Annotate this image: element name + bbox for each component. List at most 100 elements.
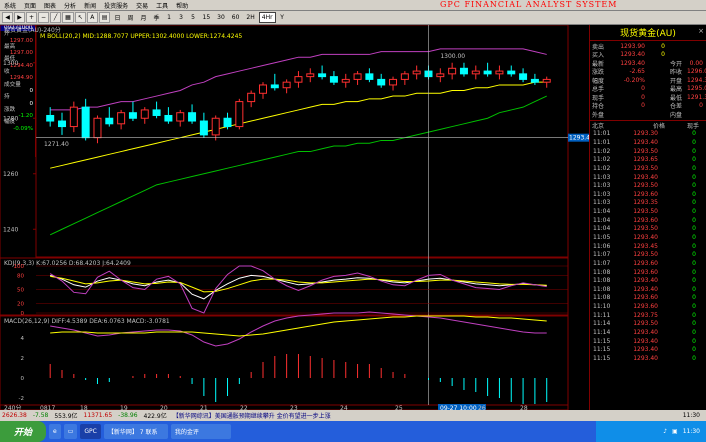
- quicklaunch-ie-icon[interactable]: e: [49, 424, 61, 439]
- trade-cell: 0: [692, 208, 696, 216]
- trade-cell: 11:03: [593, 182, 611, 190]
- menu-item-5[interactable]: 投资服务: [100, 1, 132, 10]
- candle-body: [270, 84, 279, 89]
- kdj-tick-label: 50: [17, 288, 24, 294]
- trade-cell: 1293.60: [633, 216, 658, 224]
- quicklaunch-folder-icon[interactable]: ▭: [63, 424, 78, 439]
- quote-cell: 1293.90: [620, 42, 645, 50]
- trade-cell: 1293.50: [633, 147, 658, 155]
- trade-cell: 11:03: [593, 190, 611, 198]
- candle-body: [58, 120, 67, 128]
- grid-icon[interactable]: ▦: [62, 12, 74, 23]
- trade-cell: 0: [692, 138, 696, 146]
- candle-body: [128, 112, 137, 119]
- trade-cell: 0: [692, 130, 696, 138]
- macd-panel-border: [0, 315, 569, 406]
- trade-row: 11:03 1293.50 0: [590, 181, 706, 190]
- timeframe-button-3[interactable]: 季: [150, 12, 163, 23]
- timeframe-button-7[interactable]: 15: [199, 12, 214, 23]
- volume-icon[interactable]: ♪: [663, 428, 667, 435]
- price-tick-label: 1240: [3, 226, 18, 233]
- trade-row: 11:08 1293.60 0: [590, 268, 706, 277]
- trade-cell: 1293.60: [633, 259, 658, 267]
- candle-body: [199, 120, 208, 136]
- text-tool-icon[interactable]: A: [86, 12, 98, 23]
- trade-cell: 11:07: [593, 251, 611, 259]
- trade-row: 11:11 1293.75 0: [590, 311, 706, 320]
- timeframe-button-6[interactable]: 5: [187, 12, 199, 23]
- macd-legend: MACD(26,12,9) DIFF:4.5389 DEA:6.0763 MAC…: [4, 318, 170, 325]
- trade-cell: 11:03: [593, 173, 611, 181]
- timeframe-button-8[interactable]: 30: [214, 12, 228, 23]
- quote-cell: 外盘: [592, 111, 605, 119]
- trade-cell: 1293.50: [633, 164, 658, 172]
- timeframe-button-10[interactable]: 2H: [243, 12, 258, 23]
- taskbar-item-news[interactable]: 【新华网】 7 联系: [103, 424, 168, 439]
- cursor-icon[interactable]: ↖: [74, 12, 86, 23]
- timeframe-button-11[interactable]: 4Hr: [258, 12, 276, 23]
- trade-row: 11:03 1293.35 0: [590, 199, 706, 208]
- taskbar-item-gpc[interactable]: GPC: [80, 424, 101, 439]
- quote-title: 现货黄金(AU): [620, 28, 676, 39]
- trade-cell: 0: [692, 242, 696, 250]
- candle-body: [306, 73, 315, 78]
- menu-item-8[interactable]: 帮助: [172, 1, 192, 10]
- timeframe-button-0[interactable]: 日: [111, 12, 124, 23]
- trade-cell: 1293.50: [633, 320, 658, 328]
- menu-item-1[interactable]: 页面: [20, 1, 40, 10]
- menu-item-6[interactable]: 交易: [132, 1, 152, 10]
- candle-body: [152, 109, 161, 116]
- price-tick-label: 1260: [3, 171, 18, 178]
- quote-row: 最新 1293.40 今开 0.00: [590, 59, 706, 68]
- trade-cell: 1293.60: [633, 190, 658, 198]
- candle-body: [69, 106, 78, 128]
- network-icon[interactable]: ▣: [672, 428, 678, 435]
- trade-cell: 0: [692, 303, 696, 311]
- taskbar-item-notes[interactable]: 我的金评: [170, 424, 231, 439]
- news-ticker[interactable]: 【新华网综讯】美国通胀预期继续攀升 金价有望进一步上涨: [173, 411, 331, 420]
- forward-icon[interactable]: ▶: [14, 12, 25, 23]
- print-icon[interactable]: ▤: [98, 12, 111, 23]
- timeframe-button-1[interactable]: 周: [124, 12, 137, 23]
- zoom-out-icon[interactable]: −: [38, 12, 50, 23]
- quote-cell: 0.00: [689, 59, 703, 67]
- menu-item-7[interactable]: 工具: [152, 1, 172, 10]
- trade-row: 11:04 1293.50 0: [590, 207, 706, 216]
- menu-item-0[interactable]: 系统: [0, 1, 20, 10]
- candle-body: [140, 109, 149, 119]
- timeframe-button-12[interactable]: Y: [276, 12, 288, 23]
- candle-body: [400, 73, 409, 80]
- system-tray: ♪ ▣ 11:30: [596, 421, 706, 442]
- quote-row: 涨跌-2.65昨收1296.05: [590, 68, 706, 76]
- menu-item-2[interactable]: 图表: [40, 1, 60, 10]
- timeframe-button-2[interactable]: 月: [137, 12, 150, 23]
- close-icon[interactable]: ×: [698, 27, 704, 35]
- zoom-in-icon[interactable]: +: [26, 12, 38, 23]
- trade-cell: 1293.50: [633, 208, 658, 216]
- timeframe-button-5[interactable]: 3: [175, 12, 187, 23]
- timeframe-button-9[interactable]: 60: [228, 12, 243, 23]
- start-button[interactable]: 开始: [0, 421, 46, 442]
- candle-body: [519, 73, 528, 80]
- candle-body: [164, 114, 173, 122]
- trade-row: 11:02 1293.50 0: [590, 164, 706, 173]
- quote-cell: 1293.40: [620, 51, 645, 59]
- quote-cell: -0.20%: [623, 76, 645, 84]
- macd-tick-label: -2: [19, 396, 24, 402]
- trade-row: 11:08 1293.40 0: [590, 276, 706, 285]
- quote-cell: 0: [641, 85, 645, 93]
- chart-area[interactable]: 现货黄金(AU)-240分M BOLL(20,2) MID:1288.7077 …: [0, 25, 589, 410]
- line-tool-icon[interactable]: ╱: [50, 12, 62, 23]
- trade-cell: 0: [692, 164, 696, 172]
- candle-body: [81, 106, 90, 139]
- index-d: 11371.65: [83, 412, 113, 419]
- quote-cell: 1291.30: [687, 93, 706, 101]
- quote-cell: 1293.40: [620, 59, 645, 67]
- menu-item-4[interactable]: 新闻: [80, 1, 100, 10]
- back-icon[interactable]: ◀: [2, 12, 13, 23]
- menu-item-3[interactable]: 分析: [60, 1, 80, 10]
- trade-row: 11:01 1293.30 0: [590, 130, 706, 139]
- timeframe-button-4[interactable]: 1: [163, 12, 175, 23]
- low-annotation: 1271.40: [44, 141, 69, 148]
- trade-cell: 1293.50: [633, 182, 658, 190]
